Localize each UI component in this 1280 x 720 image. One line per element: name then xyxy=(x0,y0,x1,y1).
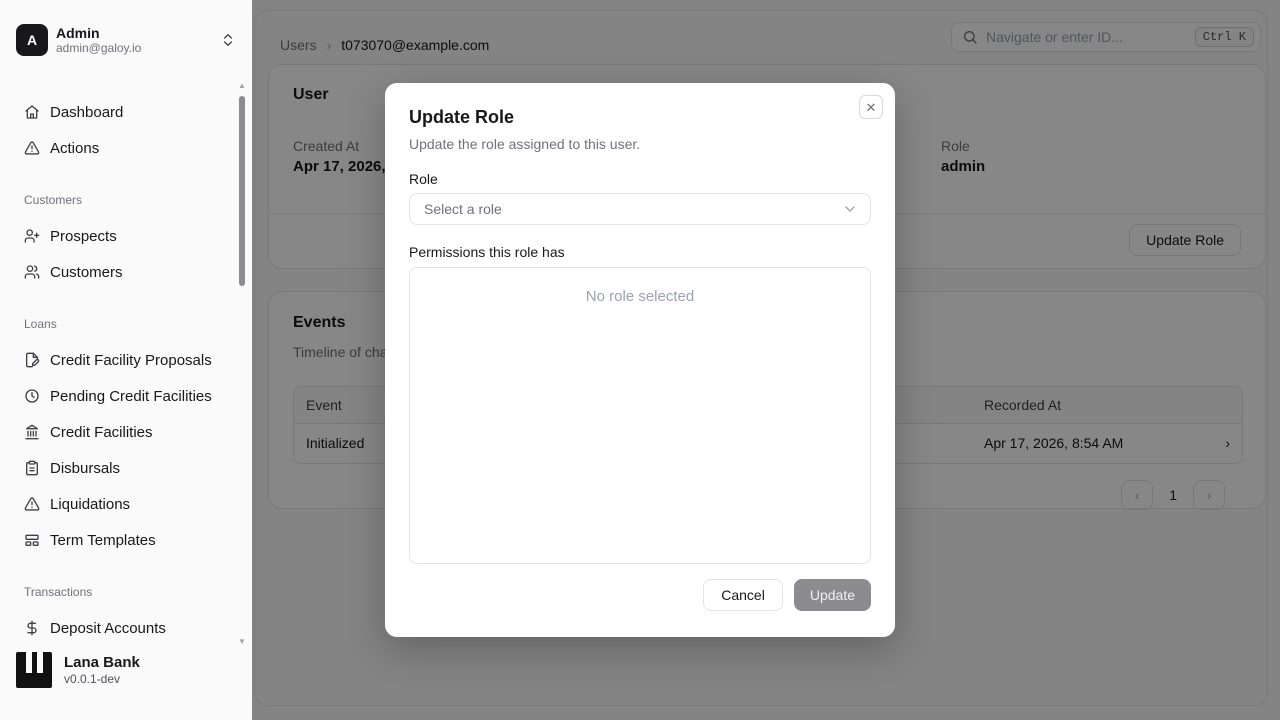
sidebar-item-term-templates[interactable]: Term Templates xyxy=(8,522,236,558)
sidebar-item-disbursals[interactable]: Disbursals xyxy=(8,450,236,486)
triangle-alert-icon xyxy=(24,140,40,156)
dialog-actions: Cancel Update xyxy=(703,579,871,611)
sidebar-section-loans: Loans xyxy=(24,314,224,334)
panels-icon xyxy=(24,532,40,548)
brand-version: v0.0.1-dev xyxy=(64,672,140,687)
permissions-label: Permissions this role has xyxy=(409,244,871,260)
user-plus-icon xyxy=(24,228,40,244)
sidebar-item-deposit-accounts[interactable]: Deposit Accounts xyxy=(8,610,236,646)
landmark-icon xyxy=(24,424,40,440)
account-meta: Admin admin@galoy.io xyxy=(56,25,212,56)
close-button[interactable]: ✕ xyxy=(859,95,883,119)
sidebar-item-label: Deposit Accounts xyxy=(50,620,166,637)
sidebar-item-prospects[interactable]: Prospects xyxy=(8,218,236,254)
sidebar-item-label: Liquidations xyxy=(50,496,130,513)
account-email: admin@galoy.io xyxy=(56,41,212,56)
sidebar-item-dashboard[interactable]: Dashboard xyxy=(8,94,236,130)
clipboard-icon xyxy=(24,460,40,476)
sidebar-item-label: Dashboard xyxy=(50,104,123,121)
house-icon xyxy=(24,104,40,120)
role-select-trigger[interactable]: Select a role xyxy=(409,193,871,225)
sidebar: A Admin admin@galoy.io Dashboard Actions… xyxy=(0,0,252,720)
file-pen-icon xyxy=(24,352,40,368)
sidebar-item-credit-facilities[interactable]: Credit Facilities xyxy=(8,414,236,450)
permissions-box: No role selected xyxy=(409,267,871,564)
sidebar-item-label: Pending Credit Facilities xyxy=(50,388,212,405)
triangle-alert-icon xyxy=(24,496,40,512)
users-icon xyxy=(24,264,40,280)
cancel-button[interactable]: Cancel xyxy=(703,579,783,611)
sidebar-item-liquidations[interactable]: Liquidations xyxy=(8,486,236,522)
sidebar-item-label: Disbursals xyxy=(50,460,120,477)
chevrons-up-down-icon xyxy=(220,32,236,48)
sidebar-item-label: Credit Facility Proposals xyxy=(50,352,212,369)
sidebar-item-pending-credit-facilities[interactable]: Pending Credit Facilities xyxy=(8,378,236,414)
chevron-down-icon xyxy=(842,201,858,217)
sidebar-item-actions[interactable]: Actions xyxy=(8,130,236,166)
brand-name: Lana Bank xyxy=(64,654,140,672)
permissions-empty-state: No role selected xyxy=(410,288,870,305)
scroll-down-caret-icon: ▼ xyxy=(237,638,247,645)
sidebar-section-transactions: Transactions xyxy=(24,582,224,602)
sidebar-scrollbar[interactable] xyxy=(239,96,245,286)
sidebar-item-label: Credit Facilities xyxy=(50,424,153,441)
sidebar-item-label: Term Templates xyxy=(50,532,156,549)
scroll-up-caret-icon: ▲ xyxy=(237,82,247,89)
clock-icon xyxy=(24,388,40,404)
dialog-title: Update Role xyxy=(409,107,871,127)
sidebar-item-customers[interactable]: Customers xyxy=(8,254,236,290)
avatar: A xyxy=(16,24,48,56)
brand-footer: Lana Bank v0.0.1-dev xyxy=(16,652,236,688)
sidebar-item-label: Prospects xyxy=(50,228,117,245)
sidebar-item-label: Customers xyxy=(50,264,123,281)
dollar-icon xyxy=(24,620,40,636)
role-select-label: Role xyxy=(409,171,871,187)
close-icon: ✕ xyxy=(866,101,877,114)
account-menu-button[interactable]: A Admin admin@galoy.io xyxy=(16,20,236,60)
account-name: Admin xyxy=(56,25,212,41)
update-role-dialog: ✕ Update Role Update the role assigned t… xyxy=(385,83,895,637)
sidebar-item-credit-facility-proposals[interactable]: Credit Facility Proposals xyxy=(8,342,236,378)
dialog-description: Update the role assigned to this user. xyxy=(409,136,871,152)
lana-bank-logo xyxy=(16,652,52,688)
sidebar-section-customers: Customers xyxy=(24,190,224,210)
role-select-value: Select a role xyxy=(424,201,502,217)
sidebar-item-label: Actions xyxy=(50,140,99,157)
update-submit-button[interactable]: Update xyxy=(794,579,871,611)
